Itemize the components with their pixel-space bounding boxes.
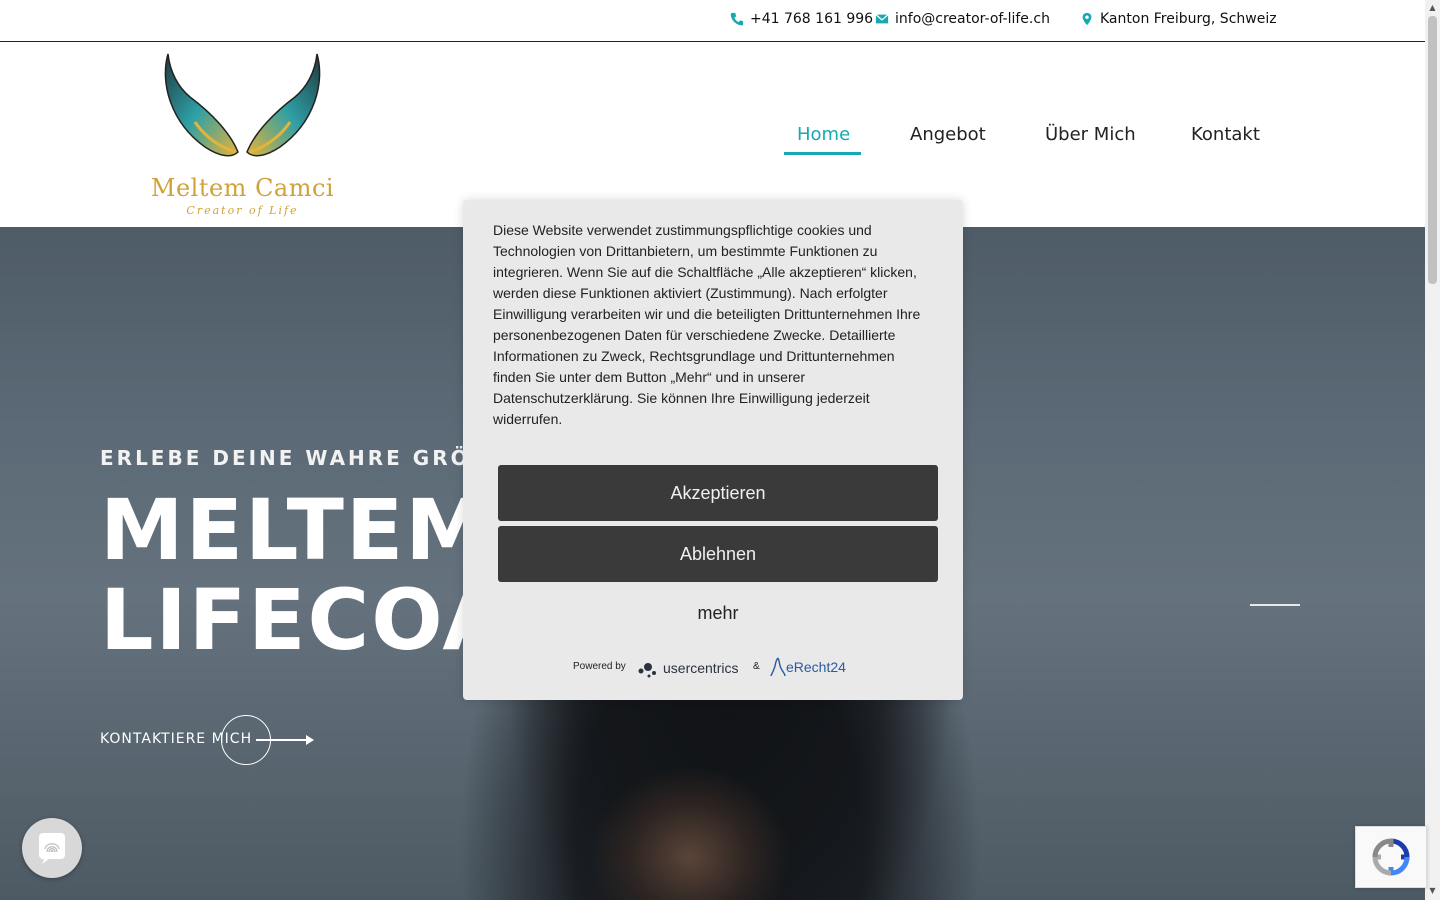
- email-link[interactable]: info@creator-of-life.ch: [875, 11, 1050, 27]
- slider-indicator[interactable]: [1250, 604, 1300, 606]
- erecht24-text: eRecht24: [786, 659, 846, 675]
- usercentrics-logo[interactable]: usercentrics: [637, 657, 738, 679]
- hero-tagline: ERLEBE DEINE WAHRE GRÖSSE: [100, 446, 522, 470]
- erecht24-figure-icon: [770, 657, 786, 677]
- ampersand: &: [753, 661, 760, 672]
- fingerprint-icon: [39, 833, 65, 864]
- scroll-up-icon[interactable]: ▲: [1428, 3, 1437, 13]
- nav-active-indicator: [784, 152, 861, 155]
- cookie-consent-dialog: Diese Website verwendet zustimmungspflic…: [463, 200, 963, 700]
- envelope-icon: [875, 14, 889, 24]
- arrow-right-icon[interactable]: [256, 733, 316, 747]
- logo-name: Meltem Camci: [150, 174, 335, 202]
- hero-title: MELTEM LIFECOA: [100, 485, 509, 665]
- accept-button[interactable]: Akzeptieren: [498, 465, 938, 521]
- top-contact-bar: +41 768 161 996 info@creator-of-life.ch …: [0, 0, 1425, 42]
- scrollbar-thumb[interactable]: [1428, 16, 1437, 284]
- privacy-settings-button[interactable]: [22, 818, 82, 878]
- hero-title-line1: MELTEM: [100, 481, 491, 579]
- phone-icon: [730, 12, 744, 26]
- logo-subtitle: Creator of Life: [186, 204, 299, 217]
- decline-button[interactable]: Ablehnen: [498, 526, 938, 582]
- recaptcha-icon: [1372, 838, 1410, 876]
- nav-angebot[interactable]: Angebot: [910, 124, 986, 145]
- recaptcha-badge[interactable]: [1355, 826, 1427, 888]
- wings-logo-icon: [164, 53, 321, 157]
- powered-by-footer: Powered by usercentrics & eRecht24: [573, 657, 873, 679]
- hero-image-person: [590, 747, 790, 900]
- phone-link[interactable]: +41 768 161 996: [730, 11, 873, 27]
- site-logo[interactable]: Meltem Camci Creator of Life: [150, 52, 335, 220]
- hero-title-line2: LIFECOA: [100, 571, 510, 669]
- usercentrics-dots-icon: [638, 663, 656, 678]
- cookie-consent-text: Diese Website verwendet zustimmungspflic…: [493, 222, 921, 427]
- nav-ueber-mich[interactable]: Über Mich: [1045, 124, 1136, 145]
- nav-kontakt[interactable]: Kontakt: [1191, 124, 1260, 145]
- location-info: Kanton Freiburg, Schweiz: [1080, 11, 1277, 27]
- erecht24-logo[interactable]: eRecht24: [770, 657, 846, 677]
- scroll-down-icon[interactable]: ▼: [1428, 886, 1437, 896]
- location-text: Kanton Freiburg, Schweiz: [1100, 11, 1277, 27]
- email-address: info@creator-of-life.ch: [895, 11, 1050, 27]
- usercentrics-text: usercentrics: [663, 660, 739, 676]
- more-button[interactable]: mehr: [498, 603, 938, 624]
- powered-by-label: Powered by: [573, 661, 626, 672]
- nav-home[interactable]: Home: [797, 124, 850, 145]
- map-pin-icon: [1082, 12, 1092, 26]
- phone-number: +41 768 161 996: [750, 11, 874, 27]
